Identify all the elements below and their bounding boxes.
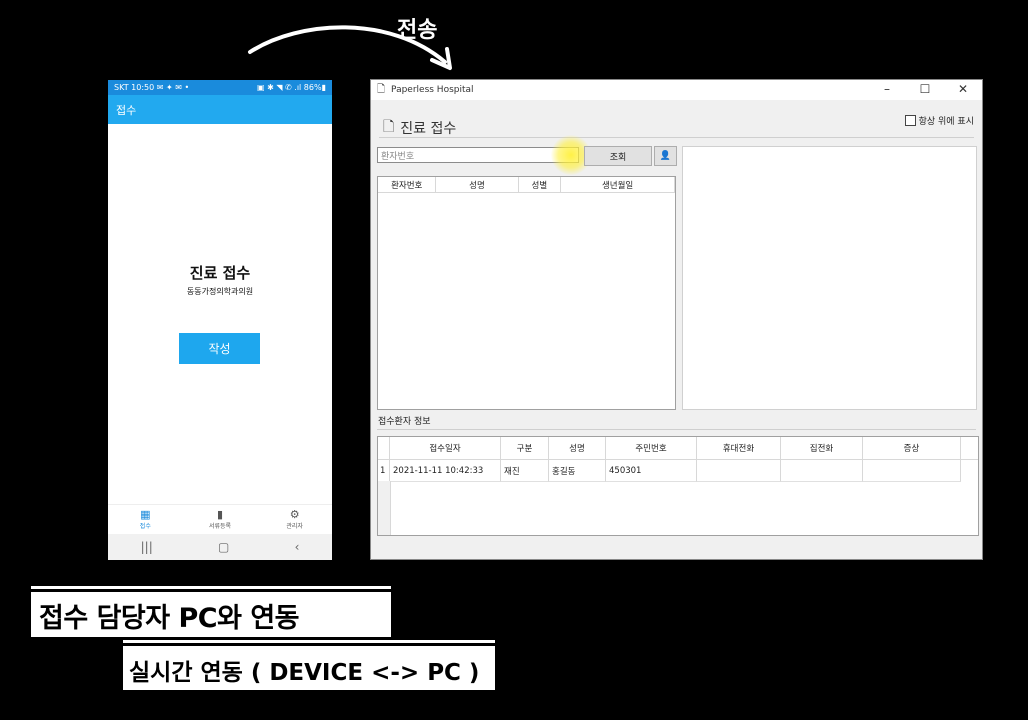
column-header[interactable]: 접수일자 [390, 437, 501, 459]
search-button[interactable]: 조회 [584, 146, 652, 166]
minimize-icon[interactable]: – [868, 80, 906, 100]
nav-label: 관리자 [286, 523, 303, 530]
status-right: ▣ ✱ ◥ ✆ .ıl 86%▮ [256, 83, 326, 92]
patient-list[interactable]: 환자번호 성명 성별 생년월일 [377, 176, 676, 410]
gear-icon: ⚙ [289, 508, 300, 521]
window-controls: – ☐ ✕ [868, 80, 982, 100]
document-icon: 🗋 [377, 83, 386, 95]
bottom-nav: ▦ 접수 ▮ 서류등록 ⚙ 관리자 [108, 504, 332, 535]
column-header[interactable]: 생년월일 [561, 177, 675, 192]
table-cell: 재진 [501, 460, 549, 482]
records-label: 접수환자 정보 [378, 417, 431, 427]
table-cell [781, 460, 863, 482]
phone-appbar: 접수 [108, 95, 332, 124]
caption-main-box: 접수 담당자 PC와 연동 [31, 589, 391, 637]
caption-sub-box: 실시간 연동 ( DEVICE <-> PC ) [123, 643, 495, 690]
system-nav-bar: ||| ▢ ‹ [108, 534, 332, 560]
divider [377, 429, 976, 430]
nav-item-admin[interactable]: ⚙ 관리자 [265, 505, 325, 535]
table-cell [697, 460, 781, 482]
caption-sub: 실시간 연동 ( DEVICE <-> PC ) [129, 660, 480, 686]
send-arrow-icon [248, 25, 452, 70]
divider [379, 137, 974, 138]
heading-text: 진료 접수 [400, 121, 457, 137]
window-titlebar[interactable]: 🗋 Paperless Hospital – ☐ ✕ [371, 80, 982, 100]
close-icon[interactable]: ✕ [944, 80, 982, 100]
write-button[interactable]: 작성 [179, 333, 260, 364]
calendar-icon: ▦ [140, 508, 151, 521]
nav-item-reception[interactable]: ▦ 접수 [115, 505, 175, 535]
column-header[interactable]: 주민번호 [606, 437, 697, 459]
patient-number-input[interactable]: 환자번호 [377, 147, 579, 163]
column-header[interactable]: 성명 [549, 437, 606, 459]
caption-main: 접수 담당자 PC와 연동 [39, 603, 300, 634]
table-cell: 450301 [606, 460, 697, 482]
records-table[interactable]: 접수일자 구분 성명 주민번호 휴대전화 집전화 증상 1 2021-11-11… [377, 436, 979, 536]
window-title: Paperless Hospital [391, 85, 474, 95]
column-header[interactable]: 증상 [863, 437, 961, 459]
always-on-top-label: 항상 위에 표시 [918, 117, 974, 127]
records-header: 접수일자 구분 성명 주민번호 휴대전화 집전화 증상 [378, 437, 978, 460]
person-icon[interactable]: 👤 [654, 146, 677, 166]
row-number: 1 [378, 460, 390, 482]
column-header[interactable]: 휴대전화 [697, 437, 781, 459]
document-icon: ▮ [216, 508, 224, 521]
table-cell: 홍길동 [549, 460, 606, 482]
patient-list-header: 환자번호 성명 성별 생년월일 [378, 177, 675, 193]
appbar-title: 접수 [116, 103, 137, 117]
table-cell [863, 460, 961, 482]
column-header[interactable]: 환자번호 [378, 177, 437, 192]
row-header-column [378, 481, 391, 535]
detail-panel [682, 146, 977, 410]
home-icon[interactable]: ▢ [218, 540, 229, 554]
table-row[interactable]: 1 2021-11-11 10:42:33 재진 홍길동 450301 [378, 460, 978, 482]
clinic-name: 동동가정의학과의원 [186, 287, 254, 296]
nav-label: 접수 [139, 523, 151, 530]
phone-screen: SKT 10:50 ✉ ✦ ✉ • ▣ ✱ ◥ ✆ .ıl 86%▮ 접수 진료… [108, 80, 332, 560]
phone-page-title: 진료 접수 [189, 264, 251, 282]
send-label: 전송 [397, 18, 438, 43]
nav-item-documents[interactable]: ▮ 서류등록 [190, 505, 250, 535]
back-icon[interactable]: ‹ [295, 540, 300, 554]
nav-label: 서류등록 [208, 523, 232, 530]
column-header[interactable]: 성별 [519, 177, 562, 192]
table-cell: 2021-11-11 10:42:33 [390, 460, 501, 482]
row-header-corner [378, 437, 390, 459]
status-left: SKT 10:50 ✉ ✦ ✉ • [114, 83, 190, 92]
search-placeholder: 환자번호 [381, 151, 415, 162]
recents-icon[interactable]: ||| [141, 540, 153, 554]
column-header[interactable]: 집전화 [781, 437, 863, 459]
column-header[interactable]: 성명 [436, 177, 519, 192]
always-on-top-checkbox[interactable]: 항상 위에 표시 [904, 114, 974, 127]
maximize-icon[interactable]: ☐ [906, 80, 944, 100]
checkbox-box[interactable] [904, 115, 916, 126]
column-header[interactable]: 구분 [501, 437, 549, 459]
phone-status-bar: SKT 10:50 ✉ ✦ ✉ • ▣ ✱ ◥ ✆ .ıl 86%▮ [108, 80, 332, 95]
app-window: 🗋 Paperless Hospital – ☐ ✕ 🗋 진료 접수 항상 위에… [370, 79, 983, 560]
